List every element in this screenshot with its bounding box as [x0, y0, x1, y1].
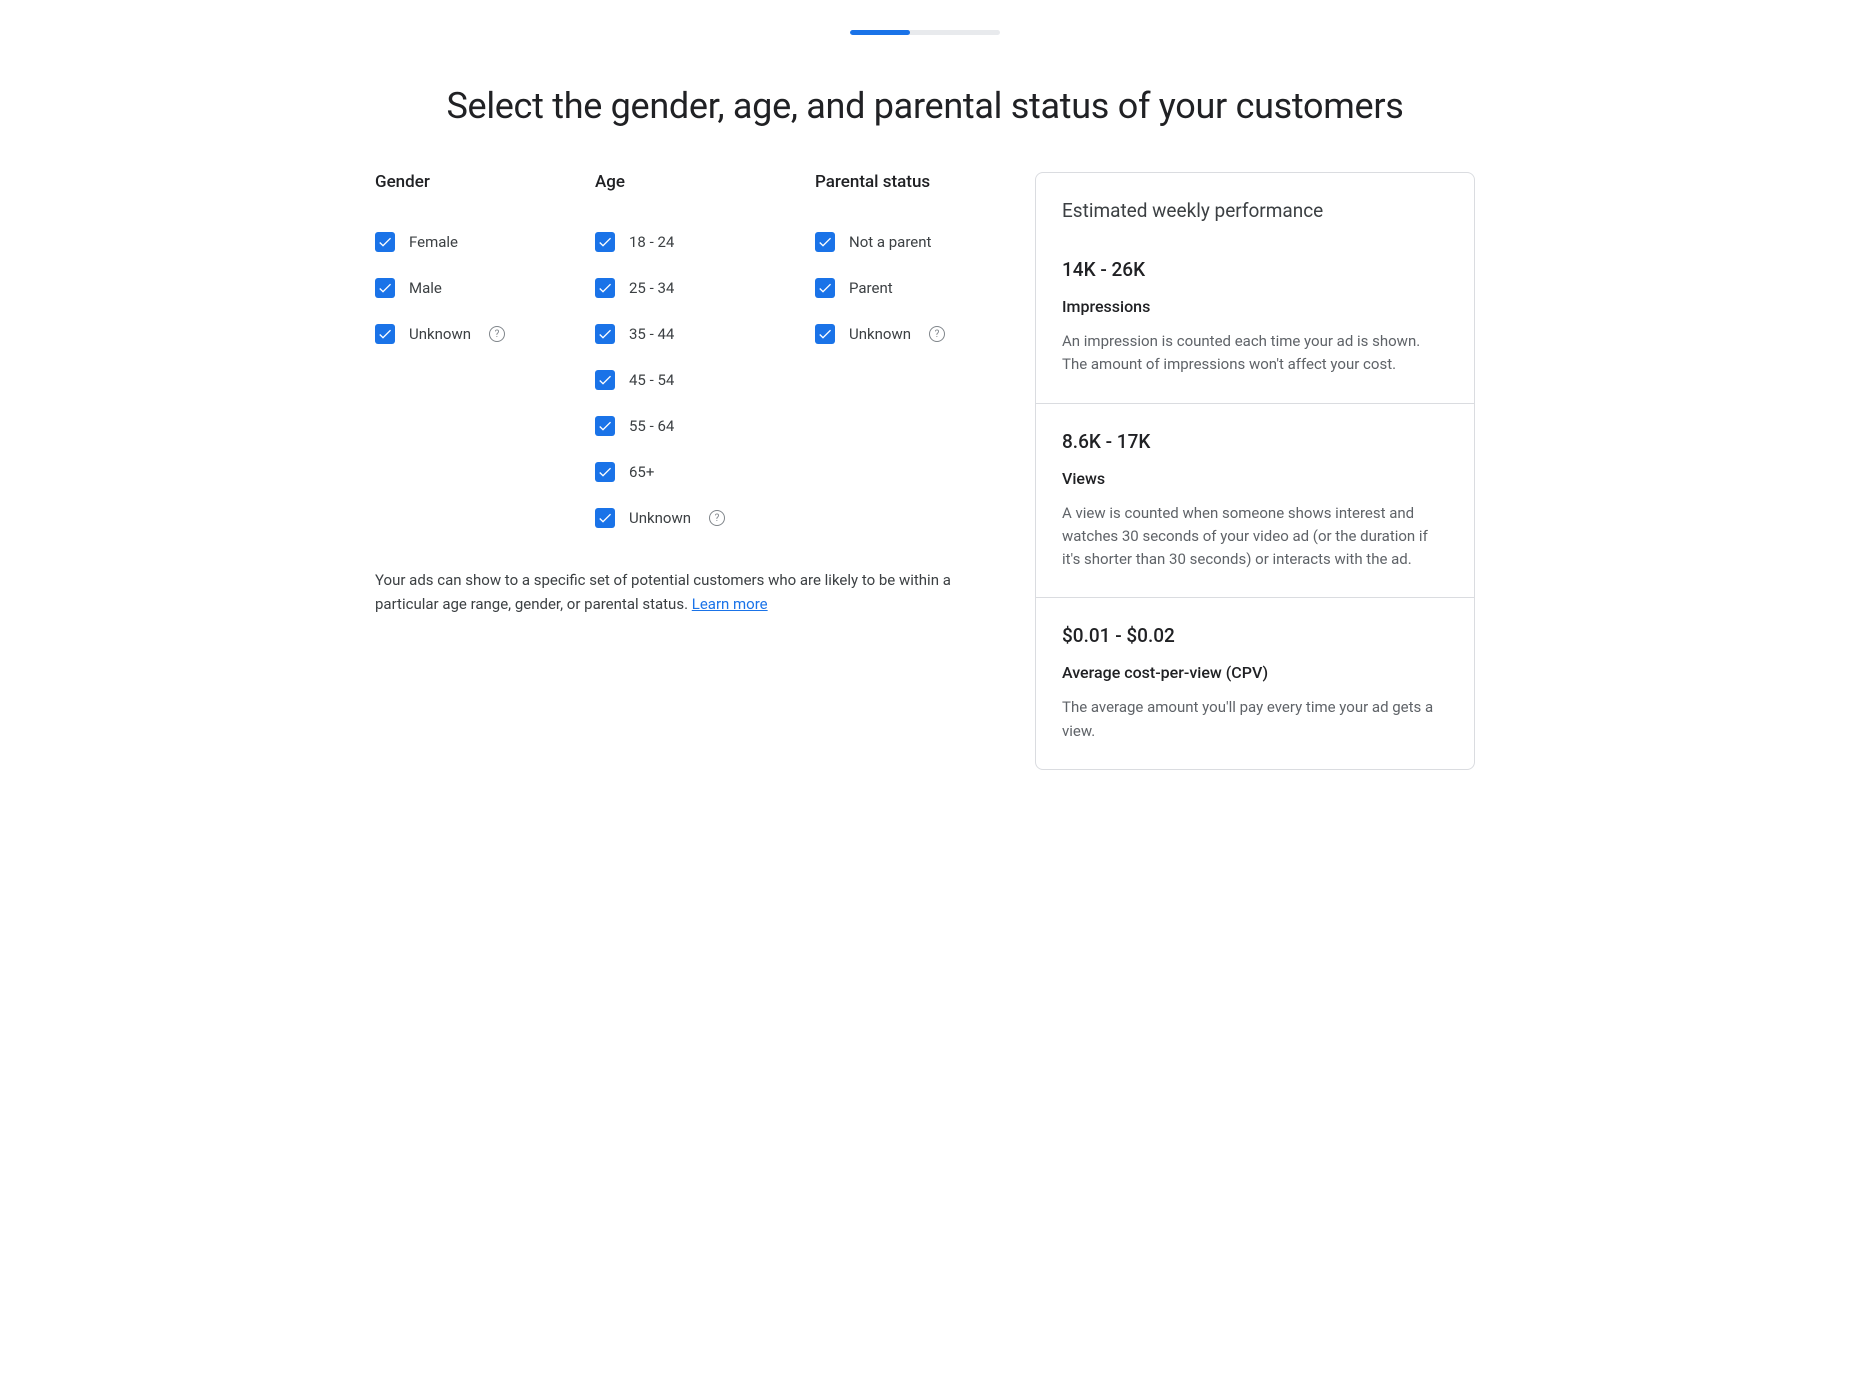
checkbox-icon[interactable]	[815, 278, 835, 298]
checkbox-icon[interactable]	[375, 324, 395, 344]
checkbox-label: Not a parent	[849, 233, 931, 251]
parental-heading: Parental status	[815, 172, 1005, 192]
metric-description: A view is counted when someone shows int…	[1062, 502, 1448, 572]
age-checkbox-item[interactable]: 65+	[595, 462, 785, 482]
checkbox-label: 55 - 64	[629, 417, 674, 435]
progress-container	[80, 30, 1770, 35]
metrics-container: 14K - 26K Impressions An impression is cou…	[1036, 232, 1474, 769]
metric-block: 14K - 26K Impressions An impression is cou…	[1036, 232, 1474, 404]
checkbox-icon[interactable]	[815, 232, 835, 252]
checkbox-label: 18 - 24	[629, 233, 674, 251]
checkbox-icon[interactable]	[595, 508, 615, 528]
checkbox-label: 35 - 44	[629, 325, 674, 343]
age-checkbox-item[interactable]: 25 - 34	[595, 278, 785, 298]
checkbox-label: Male	[409, 279, 442, 297]
help-icon[interactable]: ?	[489, 326, 505, 342]
age-checkbox-list: 18 - 24 25 - 34 35 - 44 45 - 54 55 - 64 65+ Un…	[595, 232, 785, 528]
parental-checkbox-list: Not a parent Parent Unknown?	[815, 232, 1005, 344]
columns-container: Gender Female Male Unknown? Age 18 - 24 25 …	[375, 172, 1005, 528]
age-checkbox-item[interactable]: 35 - 44	[595, 324, 785, 344]
main-layout: Gender Female Male Unknown? Age 18 - 24 25 …	[375, 172, 1475, 770]
parental-column: Parental status Not a parent Parent Unknow…	[815, 172, 1005, 528]
performance-title: Estimated weekly performance	[1036, 173, 1474, 232]
help-icon[interactable]: ?	[929, 326, 945, 342]
age-column: Age 18 - 24 25 - 34 35 - 44 45 - 54 55 - 64 6…	[595, 172, 785, 528]
checkbox-label: 25 - 34	[629, 279, 674, 297]
metric-label: Views	[1062, 469, 1448, 488]
checkbox-icon[interactable]	[375, 232, 395, 252]
checkbox-icon[interactable]	[595, 462, 615, 482]
age-checkbox-item[interactable]: Unknown?	[595, 508, 785, 528]
description-body: Your ads can show to a specific set of p…	[375, 571, 951, 613]
age-checkbox-item[interactable]: 55 - 64	[595, 416, 785, 436]
progress-fill	[850, 30, 910, 35]
checkbox-label: Female	[409, 233, 458, 251]
description-text: Your ads can show to a specific set of p…	[375, 568, 975, 616]
checkbox-label: Unknown	[849, 325, 911, 343]
page-title: Select the gender, age, and parental sta…	[80, 85, 1770, 127]
gender-checkbox-list: Female Male Unknown?	[375, 232, 565, 344]
metric-label: Average cost-per-view (CPV)	[1062, 663, 1448, 682]
checkbox-icon[interactable]	[595, 370, 615, 390]
checkbox-icon[interactable]	[595, 324, 615, 344]
gender-checkbox-item[interactable]: Unknown?	[375, 324, 565, 344]
checkbox-icon[interactable]	[375, 278, 395, 298]
gender-column: Gender Female Male Unknown?	[375, 172, 565, 528]
metric-value: 8.6K - 17K	[1062, 430, 1448, 453]
checkbox-label: Unknown	[409, 325, 471, 343]
checkbox-label: 65+	[629, 463, 654, 481]
metric-description: The average amount you'll pay every time…	[1062, 696, 1448, 743]
gender-checkbox-item[interactable]: Female	[375, 232, 565, 252]
metric-block: $0.01 - $0.02 Average cost-per-view (CPV)…	[1036, 598, 1474, 769]
checkbox-label: 45 - 54	[629, 371, 674, 389]
age-checkbox-item[interactable]: 45 - 54	[595, 370, 785, 390]
metric-description: An impression is counted each time your …	[1062, 330, 1448, 377]
performance-panel: Estimated weekly performance 14K - 26K Im…	[1035, 172, 1475, 770]
help-icon[interactable]: ?	[709, 510, 725, 526]
age-heading: Age	[595, 172, 785, 192]
gender-checkbox-item[interactable]: Male	[375, 278, 565, 298]
checkbox-label: Parent	[849, 279, 893, 297]
checkbox-icon[interactable]	[815, 324, 835, 344]
checkbox-icon[interactable]	[595, 278, 615, 298]
metric-value: $0.01 - $0.02	[1062, 624, 1448, 647]
metric-value: 14K - 26K	[1062, 258, 1448, 281]
left-panel: Gender Female Male Unknown? Age 18 - 24 25 …	[375, 172, 1005, 770]
parental-checkbox-item[interactable]: Not a parent	[815, 232, 1005, 252]
checkbox-icon[interactable]	[595, 416, 615, 436]
parental-checkbox-item[interactable]: Unknown?	[815, 324, 1005, 344]
parental-checkbox-item[interactable]: Parent	[815, 278, 1005, 298]
age-checkbox-item[interactable]: 18 - 24	[595, 232, 785, 252]
checkbox-label: Unknown	[629, 509, 691, 527]
gender-heading: Gender	[375, 172, 565, 192]
progress-bar	[850, 30, 1000, 35]
metric-block: 8.6K - 17K Views A view is counted when so…	[1036, 404, 1474, 599]
checkbox-icon[interactable]	[595, 232, 615, 252]
learn-more-link[interactable]: Learn more	[692, 595, 768, 613]
metric-label: Impressions	[1062, 297, 1448, 316]
